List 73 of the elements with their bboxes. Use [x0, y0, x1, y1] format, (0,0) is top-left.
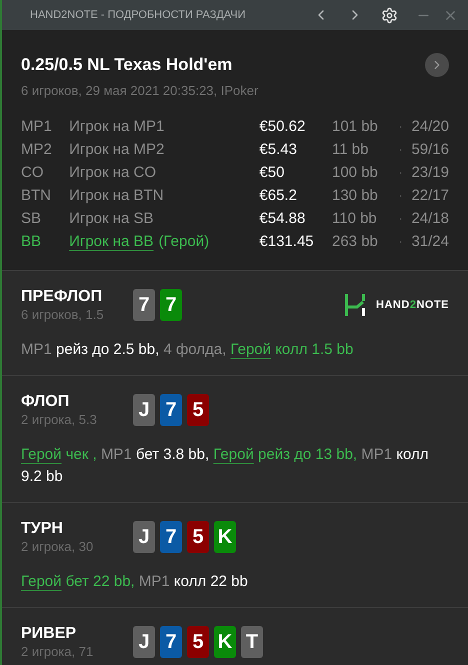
player-stats: 22/17: [411, 186, 449, 206]
hero-tag: (Герой): [158, 231, 210, 254]
street-name: ФЛОП: [21, 392, 70, 412]
player-position: CO: [21, 163, 44, 184]
separator-dot: ·: [398, 189, 404, 204]
player-stats: 31/24: [411, 232, 449, 252]
playing-card: 5: [187, 394, 209, 426]
hand-title: 0.25/0.5 NL Texas Hold'em: [21, 54, 234, 76]
separator-dot: ·: [398, 120, 404, 136]
playing-card: 7: [160, 289, 182, 321]
player-bb: 130 bb: [332, 186, 379, 206]
player-bb: 11 bb: [332, 140, 370, 160]
street-info: 2 игрока, 5.3: [21, 412, 98, 428]
action-line: Герой бет 22 bb, MP1 колл 22 bb: [21, 572, 249, 592]
player-position: MP2: [21, 140, 53, 160]
street-info: 2 игрока, 30: [21, 539, 94, 555]
player-bb: 110 bb: [332, 209, 378, 230]
logo-icon: [345, 294, 366, 316]
logo-text: HAND2NOTE: [376, 298, 449, 313]
separator-dot: ·: [398, 235, 404, 250]
player-bb: 101 bb: [332, 117, 379, 138]
player-stack: €65.2: [259, 186, 298, 206]
playing-card: 7: [133, 289, 155, 321]
player-stack: €5.43: [259, 140, 298, 160]
playing-card: K: [214, 521, 236, 553]
separator-dot: ·: [398, 166, 404, 182]
player-position: BB: [21, 232, 42, 252]
playing-card: 5: [187, 521, 209, 553]
player-position: SB: [21, 209, 42, 230]
player-name[interactable]: Игрок на BB: [69, 231, 154, 254]
street-info: 2 игрока, 71: [21, 644, 94, 660]
street-info: 6 игроков, 1.5: [21, 307, 105, 323]
playing-card: T: [241, 626, 263, 658]
player-name: Игрок на BTN: [69, 186, 164, 206]
playing-card: 5: [187, 626, 209, 658]
player-position: BTN: [21, 186, 52, 206]
window-title: HAND2NOTE - ПОДРОБНОСТИ РАЗДАЧИ: [30, 8, 247, 23]
separator-dot: ·: [398, 143, 404, 158]
playing-card: K: [214, 626, 236, 658]
playing-card: 7: [160, 521, 182, 553]
hero-link[interactable]: Герой: [213, 446, 254, 463]
player-stack: €50.62: [259, 117, 306, 138]
player-bb: 100 bb: [332, 163, 379, 184]
playing-card: J: [133, 394, 155, 426]
player-name: Игрок на MP2: [69, 140, 164, 160]
player-name: Игрок на CO: [69, 163, 156, 184]
player-stack: €131.45: [259, 232, 315, 252]
separator-dot: ·: [398, 212, 404, 228]
hero-link[interactable]: Герой: [230, 341, 272, 358]
open-hand-button[interactable]: [425, 52, 449, 77]
settings-icon[interactable]: [381, 6, 398, 24]
player-stats: 23/19: [411, 163, 449, 184]
playing-card: 7: [160, 394, 182, 426]
player-bb: 263 bb: [332, 232, 379, 252]
street-name: РИВЕР: [21, 624, 78, 644]
hero-link[interactable]: Герой: [21, 573, 62, 590]
player-name: Игрок на SB: [69, 209, 154, 230]
action-line: MP1 рейз до 2.5 bb, 4 фолда, Герой колл 1.5 bb: [21, 340, 354, 360]
player-position: MP1: [21, 117, 53, 138]
player-name: Игрок на MP1: [69, 117, 164, 138]
action-line: Герой чек , MP1 бет 3.8 bb, Герой рейз до 13 bb, MP1 колл 9.2 bb: [21, 445, 430, 487]
street-name: ПРЕФЛОП: [21, 287, 104, 307]
player-stats: 59/16: [411, 140, 449, 160]
player-stats: 24/20: [411, 117, 449, 138]
street-name: ТУРН: [21, 519, 64, 539]
hero-link[interactable]: Герой: [21, 446, 62, 463]
hand-subtitle: 6 игроков, 29 мая 2021 20:35:23, IPoker: [21, 82, 260, 100]
playing-card: 7: [160, 626, 182, 658]
playing-card: J: [133, 521, 155, 553]
player-stack: €54.88: [259, 209, 306, 230]
player-stats: 24/18: [411, 209, 449, 230]
player-stack: €50: [259, 163, 286, 184]
playing-card: J: [133, 626, 155, 658]
